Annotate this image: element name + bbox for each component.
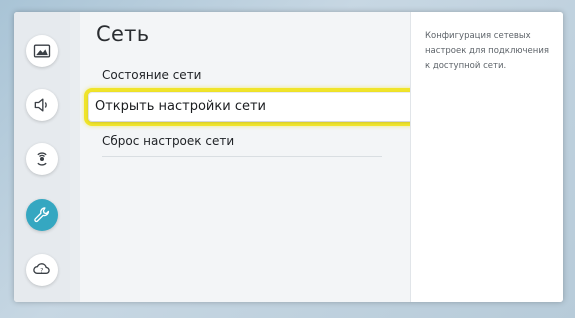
page-title: Сеть: [96, 22, 150, 46]
sidebar-item-picture[interactable]: [26, 35, 58, 67]
sound-icon: [34, 98, 47, 112]
menu-item-open-network-settings[interactable]: Открыть настройки сети: [89, 93, 431, 121]
description-panel: Конфигурация сетевых настроек для подклю…: [410, 12, 563, 302]
network-menu-panel: Сеть Состояние сети Открыть настройки се…: [80, 12, 436, 302]
tv-settings-screen: ? Сеть Состояние сети Открыть настройки …: [14, 12, 563, 302]
sidebar-item-sound[interactable]: [26, 89, 58, 121]
broadcast-icon: [37, 152, 47, 166]
svg-text:?: ?: [40, 269, 43, 275]
sidebar-item-support[interactable]: ?: [26, 254, 58, 286]
description-text: Конфигурация сетевых настроек для подклю…: [425, 31, 549, 71]
sidebar-divider: [70, 12, 80, 302]
row-divider: [102, 156, 382, 157]
sidebar-item-broadcast[interactable]: [26, 143, 58, 175]
settings-sidebar: ?: [14, 12, 71, 302]
wrench-icon: [34, 207, 50, 223]
support-icon: ?: [33, 263, 50, 275]
menu-item-label: Открыть настройки сети: [95, 99, 266, 114]
menu-item-reset-network[interactable]: Сброс настроек сети: [102, 134, 234, 148]
picture-icon: [33, 44, 51, 58]
sidebar-item-general[interactable]: [26, 199, 58, 231]
menu-item-network-status[interactable]: Состояние сети: [102, 68, 201, 82]
